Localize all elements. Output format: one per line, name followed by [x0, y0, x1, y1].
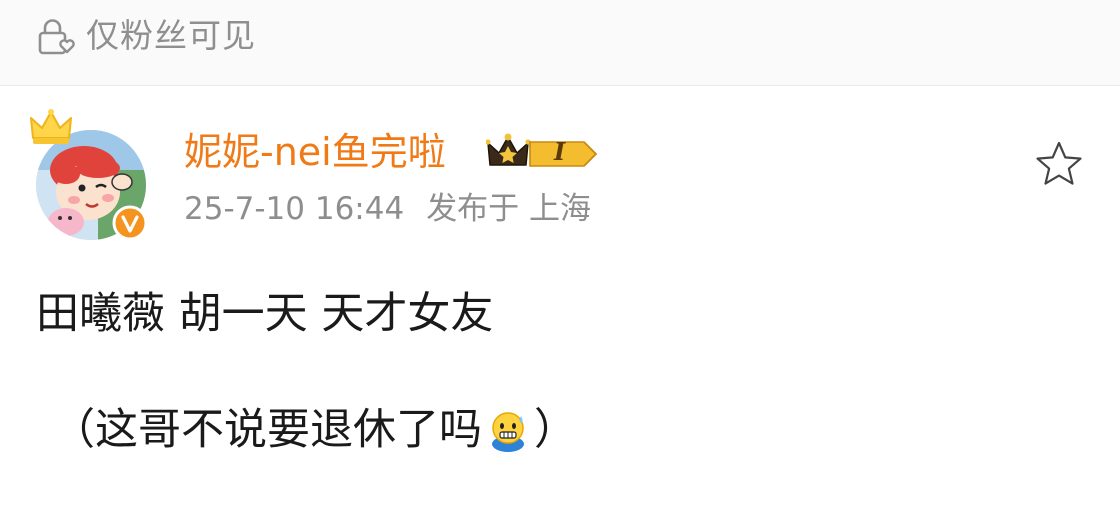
favorite-star-icon[interactable] [1032, 138, 1086, 192]
post-text-suffix: ） [534, 405, 577, 455]
author-avatar-group[interactable] [28, 108, 153, 243]
author-name[interactable]: 妮妮-nei鱼完啦 [184, 128, 446, 176]
post-text-line-1: 田曦薇 胡一天 天才女友 [36, 289, 494, 339]
post-text-prefix: （这哥不说要退休了吗 [52, 405, 482, 455]
verified-icon [112, 205, 148, 241]
post-location: 发布于 上海 [426, 191, 592, 227]
crown-icon [28, 108, 74, 148]
nervous-sweat-emoji-icon [486, 408, 530, 452]
post-time: 25-7-10 16:44 [184, 191, 405, 227]
post-text-line-2: （这哥不说要退休了吗 ） [52, 402, 577, 458]
post-meta: 25-7-10 16:44 发布于 上海 [184, 188, 591, 230]
lock-icon [36, 17, 80, 57]
vip-level-label: I [554, 137, 566, 166]
visibility-bar: 仅粉丝可见 [0, 0, 1120, 86]
visibility-label: 仅粉丝可见 [86, 16, 256, 55]
vip-level-badge[interactable]: I [485, 129, 600, 175]
